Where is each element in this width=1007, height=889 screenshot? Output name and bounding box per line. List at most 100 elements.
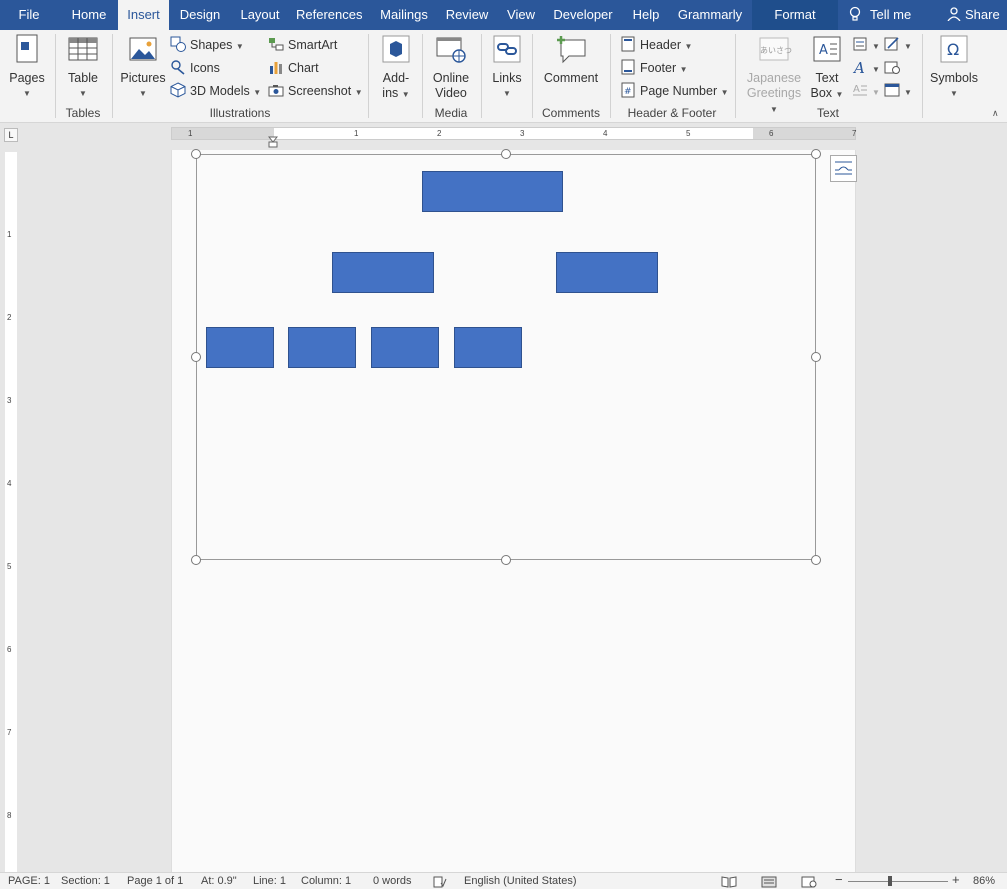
- quick-parts-button[interactable]: ▼: [852, 35, 880, 55]
- resize-handle[interactable]: [501, 555, 511, 565]
- status-section[interactable]: Section: 1: [61, 875, 110, 887]
- indent-marker-icon[interactable]: [268, 136, 278, 148]
- header-button[interactable]: Header ▼: [620, 35, 692, 55]
- tab-help[interactable]: Help: [627, 0, 665, 30]
- icons-button[interactable]: Icons: [170, 58, 220, 78]
- status-words[interactable]: 0 words: [373, 875, 412, 887]
- resize-handle[interactable]: [191, 352, 201, 362]
- group-label-comments: Comments: [541, 106, 600, 120]
- chevron-down-icon: ▼: [401, 90, 410, 99]
- layout-options-button[interactable]: [830, 155, 857, 182]
- chart-button[interactable]: Chart: [268, 58, 319, 78]
- status-column[interactable]: Column: 1: [301, 875, 351, 887]
- links-button[interactable]: Links ▼: [488, 34, 526, 101]
- group-label-illustrations: Illustrations: [209, 106, 271, 120]
- zoom-in-icon[interactable]: +: [952, 872, 960, 887]
- tab-file[interactable]: File: [8, 0, 50, 30]
- tab-format[interactable]: Format: [752, 0, 838, 30]
- 3d-models-button[interactable]: 3D Models ▼: [170, 81, 261, 101]
- resize-handle[interactable]: [811, 352, 821, 362]
- tab-view[interactable]: View: [502, 0, 540, 30]
- divider: [368, 34, 369, 118]
- drop-cap-icon: A: [853, 84, 867, 96]
- addins-label-2: ins: [382, 86, 399, 100]
- zoom-slider-track[interactable]: [848, 881, 948, 882]
- zoom-out-icon[interactable]: −: [835, 872, 843, 887]
- resize-handle[interactable]: [191, 555, 201, 565]
- read-mode-icon[interactable]: [721, 876, 737, 888]
- ruler-number: 7: [852, 129, 857, 138]
- table-button[interactable]: Table ▼: [62, 34, 104, 101]
- tab-mailings[interactable]: Mailings: [375, 0, 433, 30]
- object-button[interactable]: ▼: [884, 81, 912, 101]
- ruler-number: 3: [7, 396, 12, 405]
- smartart-label: SmartArt: [288, 38, 338, 52]
- shape-middle-left[interactable]: [332, 252, 434, 293]
- tab-selector[interactable]: L: [4, 128, 18, 142]
- tell-me[interactable]: Tell me: [848, 0, 911, 30]
- comment-label: Comment: [543, 71, 599, 85]
- shape-middle-right[interactable]: [556, 252, 658, 293]
- omega-icon: Ω: [940, 35, 968, 63]
- zoom-slider-thumb[interactable]: [888, 876, 892, 886]
- page-number-button[interactable]: # Page Number ▼: [620, 81, 729, 101]
- tab-references[interactable]: References: [296, 0, 362, 30]
- vertical-ruler[interactable]: 1 2 3 4 5 6 7 8: [5, 152, 17, 872]
- tab-review[interactable]: Review: [443, 0, 491, 30]
- shape-bottom-4[interactable]: [454, 327, 522, 368]
- footer-label: Footer: [640, 61, 677, 75]
- status-at[interactable]: At: 0.9": [201, 875, 237, 887]
- text-box-button[interactable]: A Text Box ▼: [808, 34, 846, 102]
- divider: [735, 34, 736, 118]
- web-layout-icon[interactable]: [801, 876, 817, 888]
- ruler-number: 5: [686, 129, 691, 138]
- tab-grammarly[interactable]: Grammarly: [676, 0, 744, 30]
- pages-button[interactable]: Pages ▼: [6, 34, 48, 101]
- smartart-button[interactable]: SmartArt: [268, 35, 337, 55]
- drop-cap-button[interactable]: A ▼: [852, 81, 880, 101]
- tab-layout[interactable]: Layout: [236, 0, 284, 30]
- date-time-button[interactable]: [884, 58, 904, 78]
- resize-handle[interactable]: [811, 555, 821, 565]
- tab-insert[interactable]: Insert: [118, 0, 169, 30]
- tab-design[interactable]: Design: [176, 0, 224, 30]
- signature-icon: [884, 37, 899, 51]
- pictures-button[interactable]: Pictures ▼: [120, 34, 166, 101]
- resize-handle[interactable]: [191, 149, 201, 159]
- chevron-down-icon: ▼: [684, 42, 693, 51]
- proofing-icon[interactable]: [433, 876, 447, 888]
- shape-bottom-1[interactable]: [206, 327, 274, 368]
- ruler-number: 1: [7, 230, 12, 239]
- status-page-of[interactable]: Page 1 of 1: [127, 875, 183, 887]
- addins-button[interactable]: Add- ins ▼: [376, 34, 416, 102]
- print-layout-icon[interactable]: [761, 876, 777, 888]
- shape-bottom-2[interactable]: [288, 327, 356, 368]
- page-number-icon: #: [621, 82, 635, 98]
- status-language[interactable]: English (United States): [464, 875, 577, 887]
- signature-line-button[interactable]: ▼: [884, 35, 912, 55]
- chart-label: Chart: [288, 61, 319, 75]
- status-page[interactable]: PAGE: 1: [8, 875, 50, 887]
- shapes-label: Shapes: [190, 38, 233, 52]
- shape-top[interactable]: [422, 171, 563, 212]
- resize-handle[interactable]: [811, 149, 821, 159]
- tab-developer[interactable]: Developer: [550, 0, 616, 30]
- lightbulb-icon: [849, 6, 861, 21]
- online-video-button[interactable]: Online Video: [428, 34, 474, 101]
- zoom-level[interactable]: 86%: [973, 875, 995, 887]
- japanese-greetings-label-1: Japanese: [746, 71, 802, 85]
- footer-button[interactable]: Footer ▼: [620, 58, 688, 78]
- share-button[interactable]: Share: [947, 0, 1000, 30]
- ruler-number: 6: [769, 129, 774, 138]
- shapes-button[interactable]: Shapes ▼: [170, 35, 244, 55]
- tab-home[interactable]: Home: [62, 0, 116, 30]
- screenshot-button[interactable]: Screenshot ▼: [268, 81, 363, 101]
- collapse-ribbon-icon[interactable]: ∧: [992, 108, 999, 119]
- wordart-button[interactable]: A ▼: [852, 58, 880, 78]
- resize-handle[interactable]: [501, 149, 511, 159]
- symbols-button[interactable]: Ω Symbols ▼: [930, 34, 978, 101]
- shape-bottom-3[interactable]: [371, 327, 439, 368]
- status-line[interactable]: Line: 1: [253, 875, 286, 887]
- comment-button[interactable]: Comment: [540, 34, 602, 86]
- online-video-label-2: Video: [435, 86, 467, 100]
